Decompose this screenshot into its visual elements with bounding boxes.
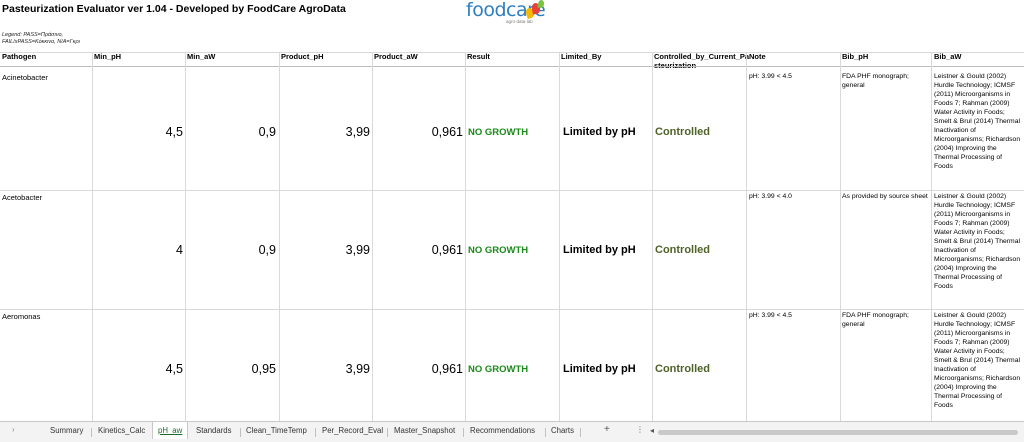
header-min-ph[interactable]: Min_pH [94, 52, 121, 66]
header-product-aw[interactable]: Product_aW [374, 52, 418, 66]
tab-clean-timetemp[interactable]: Clean_TimeTemp [246, 426, 307, 435]
header-pathogen[interactable]: Pathogen [2, 52, 36, 66]
grid-line [0, 66, 1024, 67]
add-sheet-button[interactable]: + [604, 424, 610, 435]
tab-separator [580, 428, 581, 437]
cell-controlled[interactable]: Controlled [655, 126, 710, 138]
cell-note[interactable]: pH: 3.99 < 4.5 [749, 72, 837, 81]
grid-line [0, 190, 1024, 191]
cell-min-aw[interactable]: 0,9 [187, 125, 276, 139]
cell-product-ph[interactable]: 3,99 [281, 362, 370, 376]
cell-note[interactable]: pH: 3.99 < 4.5 [749, 311, 837, 320]
cell-product-ph[interactable]: 3,99 [281, 125, 370, 139]
cell-bib-ph[interactable]: FDA PHF monograph; general [842, 72, 928, 90]
grid-line [0, 309, 1024, 310]
header-note[interactable]: Note [749, 52, 766, 66]
tab-recommendations[interactable]: Recommendations [470, 426, 535, 435]
cell-limited-by[interactable]: Limited by pH [563, 363, 636, 375]
cell-controlled[interactable]: Controlled [655, 363, 710, 375]
tab-per-record-eval[interactable]: Per_Record_Eval [322, 426, 383, 435]
cell-min-ph[interactable]: 4,5 [94, 125, 183, 139]
tab-kinetics-calc[interactable]: Kinetics_Calc [98, 426, 145, 435]
grid-line [465, 52, 466, 421]
cell-limited-by[interactable]: Limited by pH [563, 244, 636, 256]
cell-product-aw[interactable]: 0,961 [374, 362, 463, 376]
spreadsheet-grid: Pasteurization Evaluator ver 1.04 - Deve… [0, 0, 1024, 421]
cell-result[interactable]: NO GROWTH [468, 245, 528, 256]
header-bib-aw[interactable]: Bib_aW [934, 52, 962, 66]
header-result[interactable]: Result [467, 52, 490, 66]
header-product-ph[interactable]: Product_pH [281, 52, 324, 66]
scroll-left-icon[interactable]: ◂ [650, 426, 654, 435]
cell-pathogen[interactable]: Acetobacter [2, 193, 42, 202]
tab-standards[interactable]: Standards [196, 426, 232, 435]
tab-separator [315, 428, 316, 437]
cell-controlled[interactable]: Controlled [655, 244, 710, 256]
tab-ph-aw[interactable]: pH_aw [152, 422, 189, 439]
cell-limited-by[interactable]: Limited by pH [563, 126, 636, 138]
grid-line [372, 52, 373, 421]
tab-separator [545, 428, 546, 437]
cell-product-ph[interactable]: 3,99 [281, 243, 370, 257]
grid-line [92, 52, 93, 421]
tab-separator [240, 428, 241, 437]
cell-bib-aw[interactable]: Leistner & Gould (2002) Hurdle Technolog… [934, 72, 1022, 189]
cell-bib-ph[interactable]: FDA PHF monograph; general [842, 311, 928, 329]
grid-line [652, 52, 653, 421]
grid-line [185, 52, 186, 421]
tab-separator [463, 428, 464, 437]
tab-summary[interactable]: Summary [50, 426, 83, 435]
more-options-icon[interactable]: ⋮ [636, 425, 644, 434]
cell-result[interactable]: NO GROWTH [468, 364, 528, 375]
cell-pathogen[interactable]: Acinetobacter [2, 73, 48, 82]
legend-note[interactable]: Legend: PASS=Πράσινο, FAIL/xPASS=Κόκκινο… [2, 32, 80, 46]
cell-bib-ph[interactable]: As provided by source sheet [842, 192, 928, 201]
logo-tagline: agro·data·lab [506, 19, 533, 24]
tab-charts[interactable]: Charts [551, 426, 574, 435]
grid-line [746, 52, 747, 421]
grid-line [840, 52, 841, 421]
cell-product-aw[interactable]: 0,961 [374, 125, 463, 139]
header-min-aw[interactable]: Min_aW [187, 52, 215, 66]
tab-master-snapshot[interactable]: Master_Snapshot [394, 426, 455, 435]
tab-separator [91, 428, 92, 437]
cell-result[interactable]: NO GROWTH [468, 127, 528, 138]
cell-bib-aw[interactable]: Leistner & Gould (2002) Hurdle Technolog… [934, 311, 1022, 421]
grid-line [931, 52, 932, 421]
grid-line [0, 52, 1024, 53]
cell-product-aw[interactable]: 0,961 [374, 243, 463, 257]
grid-line [279, 52, 280, 421]
cell-pathogen[interactable]: Aeromonas [2, 312, 40, 321]
sheet-title[interactable]: Pasteurization Evaluator ver 1.04 - Deve… [2, 3, 346, 15]
cell-min-aw[interactable]: 0,95 [187, 362, 276, 376]
cell-min-ph[interactable]: 4,5 [94, 362, 183, 376]
tab-scroll-prev-icon[interactable]: › [12, 425, 15, 434]
sheet-tab-bar: › Summary Kinetics_Calc pH_aw Standards … [0, 421, 1024, 442]
header-bib-ph[interactable]: Bib_pH [842, 52, 868, 66]
grid-line [559, 52, 560, 421]
header-limited-by[interactable]: Limited_By [561, 52, 601, 66]
cell-min-aw[interactable]: 0,9 [187, 243, 276, 257]
horizontal-scrollbar[interactable] [658, 430, 1018, 435]
cell-note[interactable]: pH: 3.99 < 4.0 [749, 192, 837, 201]
tab-separator [387, 428, 388, 437]
cell-bib-aw[interactable]: Leistner & Gould (2002) Hurdle Technolog… [934, 192, 1022, 308]
cell-min-ph[interactable]: 4 [94, 243, 183, 257]
foodcare-logo: foodcare agro·data·lab [466, 0, 546, 26]
header-controlled[interactable]: Controlled_by_Current_Pa steurization [654, 52, 749, 70]
